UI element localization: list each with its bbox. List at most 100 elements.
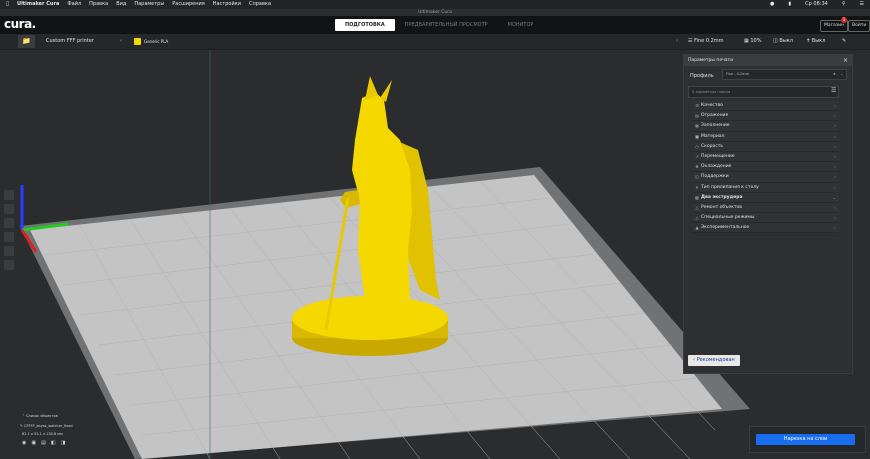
menu-view[interactable]: Вид [116, 0, 126, 9]
move-tool-icon[interactable] [4, 190, 14, 200]
adhesion-indicator[interactable]: ✝ Выкл [806, 34, 825, 49]
adhesion-cat-icon: ✝ [695, 184, 699, 190]
chevron-down-icon: ⌄ [832, 194, 836, 200]
recommended-label: Рекомендован [696, 357, 735, 363]
chevron-left-icon[interactable]: ‹ [120, 34, 122, 49]
category-support[interactable]: ◫ Поддержки › [693, 172, 839, 183]
mirror-tool-icon[interactable] [4, 232, 14, 242]
object-file-name: CFFFP_abyss_watcher_fixed [24, 424, 73, 428]
category-special-modes[interactable]: △ Специальные режимы › [693, 213, 839, 224]
top-view-icon[interactable]: ▤ [41, 440, 46, 446]
material-label: Generic PLA [144, 39, 169, 44]
category-adhesion[interactable]: ✝ Тип прилипания к столу › [693, 182, 839, 193]
adhesion-value: Выкл [811, 38, 826, 44]
left-tool-panel [2, 186, 16, 296]
flask-icon: ▲ [695, 225, 699, 231]
front-view-icon[interactable]: ▣ [31, 440, 36, 446]
menu-file[interactable]: Файл [67, 0, 81, 9]
adhesion-icon: ✝ [806, 38, 811, 44]
chevron-left-icon-2[interactable]: ‹ [676, 34, 678, 49]
close-icon[interactable]: × [843, 55, 848, 66]
fan-icon: ❋ [695, 164, 699, 170]
chevron-right-icon: › [834, 113, 836, 119]
tab-preview[interactable]: ПРЕДВАРИТЕЛЬНЫЙ ПРОСМОТР [395, 19, 498, 31]
menu-help[interactable]: Справка [249, 0, 271, 9]
object-list-label: Список объектов [26, 414, 58, 418]
category-experimental[interactable]: ▲ Экспериментальное › [693, 223, 839, 234]
right-view-icon[interactable]: ◨ [61, 440, 66, 446]
category-material[interactable]: ■ Материал › [693, 131, 839, 142]
speed-icon: ◷ [695, 143, 699, 149]
apple-icon[interactable]:  [6, 0, 9, 9]
battery-icon[interactable]: ▮ [788, 0, 791, 9]
object-list-panel: ⌃ Список объектов ✎ CFFFP_abyss_watcher_… [20, 414, 73, 446]
cura-logo: cura. [4, 17, 36, 31]
category-dual-extrusion[interactable]: ▩ Два экструдера ⌄ [693, 192, 839, 203]
edit-icon[interactable]: ✎ [842, 34, 846, 49]
magnifier-icon: ⚲ [692, 90, 695, 94]
window-title: Ultimaker Cura [0, 9, 870, 16]
rotate-tool-icon[interactable] [4, 218, 14, 228]
category-infill[interactable]: ▦ Заполнение › [693, 121, 839, 132]
menu-edit[interactable]: Правка [89, 0, 108, 9]
chevron-left-icon: ‹ [693, 357, 695, 363]
notification-badge: 1 [841, 17, 847, 23]
open-file-button[interactable]: 📁 [18, 35, 35, 48]
tab-monitor[interactable]: МОНИТОР [498, 19, 544, 31]
category-cooling[interactable]: ❋ Охлаждение › [693, 162, 839, 173]
signin-button[interactable]: Войти [848, 20, 870, 32]
view-buttons: ◉ ▣ ▤ ◧ ◨ [22, 440, 73, 446]
print-settings-panel: Параметры печати × Профиль Fine - 0.2mm … [683, 54, 853, 374]
category-quality[interactable]: ☰ Качество › [693, 101, 839, 112]
tab-prepare[interactable]: ПОДГОТОВКА [335, 19, 395, 31]
chevron-right-icon: › [834, 225, 836, 231]
infill-cat-icon: ▦ [695, 123, 699, 129]
search-placeholder: параметры поиска [695, 90, 731, 94]
settings-visibility-icon[interactable]: ☰ [831, 87, 836, 94]
wifi-icon[interactable]: ● [770, 0, 774, 9]
category-speed[interactable]: ◷ Скорость › [693, 141, 839, 152]
left-view-icon[interactable]: ◧ [51, 440, 56, 446]
dual-extruder-icon: ▩ [695, 194, 699, 200]
slice-button[interactable]: Нарезка на слои [756, 434, 855, 445]
category-mesh-fixes[interactable]: △ Ремонт объектов › [693, 202, 839, 214]
profile-name: Fine 0.2mm [694, 38, 724, 44]
material-selector[interactable]: Generic PLA [134, 34, 168, 49]
chevron-right-icon: › [834, 184, 836, 190]
per-model-settings-icon[interactable] [4, 246, 14, 256]
chevron-right-icon: › [834, 164, 836, 170]
support-value: Выкл [779, 38, 793, 44]
category-travel[interactable]: ↗ Перемещение › [693, 151, 839, 163]
settings-search-input[interactable]: ⚲ параметры поиска [688, 86, 839, 98]
infill-indicator[interactable]: ▦ 10% [744, 34, 761, 49]
slice-panel: Нарезка на слои [749, 426, 866, 453]
chevron-right-icon: › [834, 204, 836, 210]
star-icon[interactable]: ★ [833, 70, 836, 79]
support-cat-icon: ◫ [695, 174, 699, 180]
clock[interactable]: Ср 08:34 [805, 0, 828, 9]
support-indicator[interactable]: ◫ Выкл [773, 34, 793, 49]
profile-icon: ☰ [688, 38, 693, 44]
object-list-toggle[interactable]: ⌃ Список объектов [22, 414, 73, 418]
app-menu[interactable]: Ultimaker Cura [17, 0, 59, 9]
menu-extras: ● ▮ Ср 08:34 ⚲ ☰ [762, 0, 864, 9]
object-dimensions: 62.1 x 52.1 x 130.8 мм [22, 432, 63, 436]
list-icon[interactable]: ☰ [860, 0, 864, 9]
menu-extensions[interactable]: Расширения [172, 0, 204, 9]
panel-header: Параметры печати × [684, 55, 852, 66]
search-icon[interactable]: ⚲ [842, 0, 846, 9]
scale-tool-icon[interactable] [4, 204, 14, 214]
profile-dropdown[interactable]: Fine - 0.2mm ★ ⌄ [722, 69, 847, 80]
chevron-down-icon[interactable]: ⌄ [840, 70, 843, 79]
menu-settings[interactable]: Параметры [134, 0, 164, 9]
category-walls[interactable]: ▤ Отражение › [693, 111, 839, 122]
menu-preferences[interactable]: Настройки [213, 0, 241, 9]
chevron-up-icon: ⌃ [22, 414, 25, 418]
support-blocker-icon[interactable] [4, 260, 14, 270]
3d-view-icon[interactable]: ◉ [22, 440, 26, 446]
recommended-button[interactable]: ‹ Рекомендован [688, 355, 740, 366]
printer-selector[interactable]: Custom FFF printer [46, 34, 94, 49]
object-name-row[interactable]: ✎ CFFFP_abyss_watcher_fixed [20, 424, 73, 428]
support-icon: ◫ [773, 38, 778, 44]
print-settings-selector[interactable]: ☰ Fine 0.2mm [688, 34, 724, 49]
